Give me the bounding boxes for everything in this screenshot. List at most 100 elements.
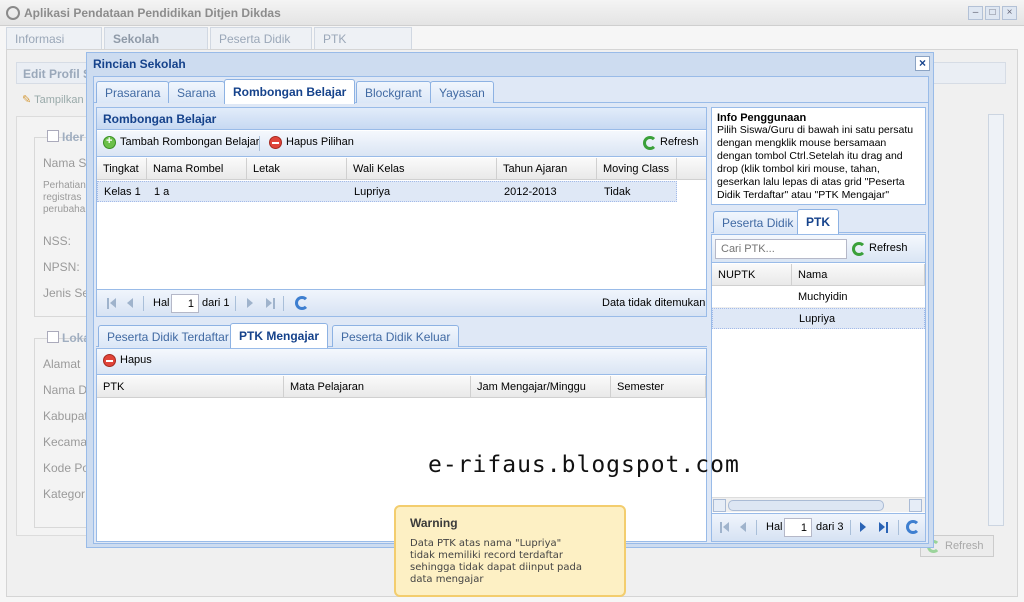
ptk-refresh-label: Refresh	[869, 242, 908, 254]
tab-sarana[interactable]: Sarana	[168, 81, 225, 103]
cari-ptk-input[interactable]	[715, 239, 847, 259]
dialog-title: Rincian Sekolah	[93, 57, 186, 71]
bg-scrollbar[interactable]	[988, 114, 1004, 526]
info-line: dengan tombol Ctrl.Setelah itu drag and	[717, 150, 903, 162]
refresh-icon	[643, 136, 657, 150]
field-kecamatan: Kecama	[43, 435, 88, 449]
field-npsn: NPSN:	[43, 260, 80, 274]
pager-separator	[235, 296, 236, 311]
tab-source-peserta-didik[interactable]: Peserta Didik	[713, 211, 803, 233]
prev-page-button[interactable]	[740, 522, 750, 533]
close-window-button[interactable]: ×	[1002, 6, 1017, 20]
tab-prasarana[interactable]: Prasarana	[96, 81, 170, 103]
ptk-source-pager: Hal dari 3	[712, 513, 925, 541]
rombel-refresh-button[interactable]: Refresh	[643, 136, 699, 150]
horizontal-scrollbar[interactable]	[712, 497, 925, 512]
col-tingkat[interactable]: Tingkat	[97, 158, 147, 180]
warning-line: data mengajar	[410, 574, 484, 585]
minimize-button[interactable]: ‒	[968, 6, 983, 20]
pager-separator	[756, 520, 757, 535]
source-tabstrip: Peserta Didik PTK	[711, 209, 926, 234]
scroll-thumb[interactable]	[728, 500, 884, 511]
next-page-button[interactable]	[247, 298, 257, 309]
pager-refresh-icon[interactable]	[906, 520, 920, 534]
tab-peserta-didik[interactable]: Peserta Didik	[210, 27, 312, 49]
tampilkan-button[interactable]: Tampilkan	[34, 94, 84, 106]
page-number-input[interactable]	[171, 294, 199, 313]
hapus-pilihan-button[interactable]: Hapus Pilihan	[269, 136, 354, 149]
tambah-rombel-button[interactable]: Tambah Rombongan Belajar	[103, 135, 259, 149]
ptk-source-toolbar: Refresh	[712, 235, 925, 263]
table-row[interactable]: Kelas 1 1 a Lupriya 2012-2013 Tidak	[97, 181, 677, 202]
col-semester[interactable]: Semester	[611, 376, 706, 398]
field-perhatian: Perhatian	[43, 180, 86, 191]
page-number-input[interactable]	[784, 518, 812, 537]
pager-status: Data tidak ditemukan	[602, 297, 706, 309]
collapse-icon[interactable]	[47, 331, 59, 343]
col-nama[interactable]: Nama	[792, 264, 925, 286]
tab-ptk-mengajar[interactable]: PTK Mengajar	[230, 323, 329, 348]
tab-peserta-didik-terdaftar[interactable]: Peserta Didik Terdaftar	[98, 325, 238, 347]
col-mata-pelajaran[interactable]: Mata Pelajaran	[284, 376, 471, 398]
next-page-button[interactable]	[860, 522, 870, 533]
cell-nama-rombel: 1 a	[154, 186, 170, 198]
page-label: Hal	[766, 521, 783, 533]
blog-watermark: e-rifaus.blogspot.com	[428, 452, 740, 478]
tab-peserta-didik-keluar[interactable]: Peserta Didik Keluar	[332, 325, 460, 347]
col-jam-mengajar[interactable]: Jam Mengajar/Minggu	[471, 376, 611, 398]
hapus-button[interactable]: Hapus	[103, 354, 152, 367]
last-page-button[interactable]	[878, 522, 888, 533]
col-wali-kelas[interactable]: Wali Kelas	[347, 158, 497, 180]
info-line: geserkan lalu lepas di atas grid "Pesert…	[717, 176, 905, 188]
tab-blockgrant[interactable]: Blockgrant	[356, 81, 431, 103]
list-item[interactable]: Lupriya	[712, 308, 925, 329]
col-tahun-ajaran[interactable]: Tahun Ajaran	[497, 158, 597, 180]
pager-refresh-icon[interactable]	[295, 296, 309, 310]
pager-separator	[283, 296, 284, 311]
toolbar-separator	[259, 136, 260, 151]
scroll-left-icon[interactable]	[713, 499, 726, 512]
warning-line: sehingga tidak dapat diinput pada	[410, 562, 582, 573]
col-ptk[interactable]: PTK	[97, 376, 284, 398]
tab-yayasan[interactable]: Yayasan	[430, 81, 494, 103]
first-page-icon	[110, 298, 116, 308]
col-letak[interactable]: Letak	[247, 158, 347, 180]
cell-letak	[248, 182, 260, 202]
dialog-close-icon[interactable]: ×	[915, 56, 930, 71]
field-nama-sekolah: Nama S	[43, 156, 87, 170]
last-page-button[interactable]	[265, 298, 275, 309]
info-line: drop (klik tombol kiri mouse, tahan,	[717, 163, 880, 175]
pencil-icon: ✎	[22, 94, 32, 106]
prev-page-button[interactable]	[127, 298, 137, 309]
col-moving-class[interactable]: Moving Class	[597, 158, 677, 180]
tab-ptk[interactable]: PTK	[314, 27, 412, 49]
scroll-right-icon[interactable]	[909, 499, 922, 512]
tab-source-ptk[interactable]: PTK	[797, 209, 839, 234]
col-nama-rombel[interactable]: Nama Rombel	[147, 158, 247, 180]
pager-separator	[898, 520, 899, 535]
tab-rombongan-belajar[interactable]: Rombongan Belajar	[224, 79, 356, 104]
add-icon	[103, 135, 116, 149]
field-alamat: Alamat	[43, 357, 81, 371]
delete-icon	[269, 136, 282, 149]
info-title: Info Penggunaan	[717, 112, 807, 124]
tab-informasi[interactable]: Informasi	[6, 27, 102, 49]
field-kategori: Kategor	[43, 487, 86, 501]
first-page-button[interactable]	[720, 522, 730, 533]
collapse-icon[interactable]	[47, 130, 59, 142]
first-page-button[interactable]	[107, 298, 117, 309]
maximize-button[interactable]: □	[985, 6, 1000, 20]
tab-sekolah[interactable]: Sekolah	[104, 27, 208, 49]
dialog-tabstrip: Prasarana Sarana Rombongan Belajar Block…	[94, 79, 928, 104]
cell-nuptk	[712, 287, 724, 307]
field-perubahan: perubaha	[43, 204, 86, 215]
col-nuptk[interactable]: NUPTK	[712, 264, 792, 286]
ptk-refresh-button[interactable]: Refresh	[852, 242, 908, 256]
ptk-source-grid-header: NUPTK Nama	[712, 264, 925, 286]
info-line: Pilih Siswa/Guru di bawah ini satu persa…	[717, 124, 914, 136]
cell-nama: Muchyidin	[798, 291, 848, 303]
rombel-pager: Hal dari 1 Data tidak ditemukan	[97, 289, 706, 316]
info-line: Didik Terdaftar" atau "PTK Mengajar"	[717, 189, 890, 201]
list-item[interactable]: Muchyidin	[712, 287, 925, 308]
rombel-grid-header: Tingkat Nama Rombel Letak Wali Kelas Tah…	[97, 158, 706, 180]
